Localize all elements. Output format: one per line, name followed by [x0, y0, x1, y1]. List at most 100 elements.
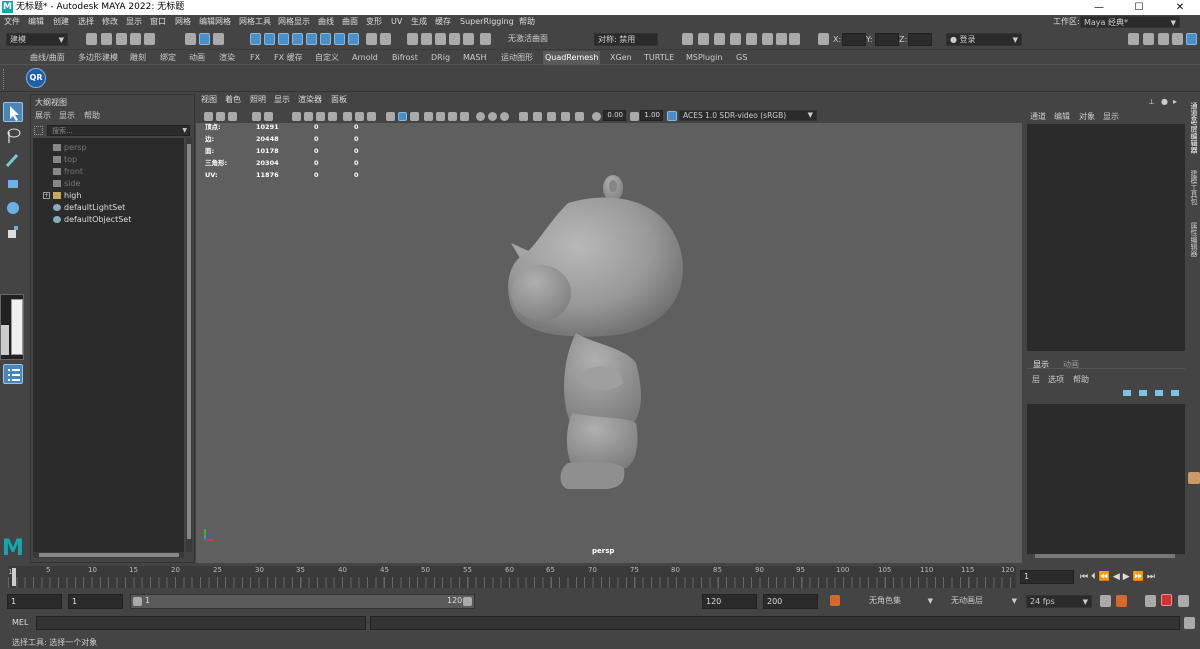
render-view-icon[interactable]: [682, 33, 693, 45]
film-gate-icon[interactable]: [304, 112, 313, 121]
menu-display[interactable]: 显示: [126, 15, 142, 29]
axis-icon[interactable]: ⟂: [1149, 97, 1154, 107]
menu-select[interactable]: 选择: [78, 15, 94, 29]
lasso-tool-icon[interactable]: [3, 126, 23, 146]
xray-joints-icon[interactable]: [547, 112, 556, 121]
layer-hscroll[interactable]: [1035, 554, 1175, 558]
vp-menu-lighting[interactable]: 照明: [250, 94, 266, 106]
login-dropdown[interactable]: ● 登录 ▼: [946, 33, 1022, 46]
new-layer-icon[interactable]: [1123, 390, 1131, 396]
shelf-tab-custom[interactable]: 自定义: [313, 51, 341, 65]
shelf-tab-motion-graphics[interactable]: 运动图形: [499, 51, 535, 65]
range-slider[interactable]: 1 120: [130, 594, 475, 609]
loop-icon[interactable]: [1100, 595, 1111, 607]
snap-point-icon[interactable]: [278, 33, 289, 45]
grid-icon[interactable]: [292, 112, 301, 121]
step-back-frame-icon[interactable]: ⏪: [1099, 572, 1113, 582]
ipr-render-icon[interactable]: [714, 33, 725, 45]
go-to-start-icon[interactable]: ⏮: [1080, 572, 1091, 582]
layer-tab-display[interactable]: 显示: [1033, 359, 1049, 370]
shelf-tab-drig[interactable]: DRig: [429, 51, 452, 65]
end-time-field[interactable]: 200: [763, 594, 818, 609]
safe-title-icon[interactable]: [367, 112, 376, 121]
settings-icon[interactable]: [1178, 595, 1189, 607]
shelf-tab-fx[interactable]: FX: [248, 51, 262, 65]
snap-face-icon[interactable]: [334, 33, 345, 45]
menu-superrigging[interactable]: SuperRigging: [460, 15, 514, 29]
shelf-tab-rendering[interactable]: 渲染: [217, 51, 237, 65]
vp-menu-panels[interactable]: 面板: [331, 94, 347, 106]
view-transform-icon[interactable]: [667, 111, 677, 121]
select-tool-icon[interactable]: [3, 102, 23, 122]
pin-icon[interactable]: ●: [1161, 97, 1168, 106]
save-scene-icon[interactable]: [116, 33, 127, 45]
snap-live-icon[interactable]: [306, 33, 317, 45]
snap-grid-icon[interactable]: [250, 33, 261, 45]
shelf-tab-turtle[interactable]: TURTLE: [642, 51, 676, 65]
cb-menu-object[interactable]: 对象: [1079, 111, 1095, 122]
anti-alias-icon[interactable]: [500, 112, 509, 121]
smooth-shade-icon[interactable]: [398, 112, 407, 121]
new-scene-icon[interactable]: [86, 33, 97, 45]
gate-mask-icon[interactable]: [328, 112, 337, 121]
layout-thumbnail-icon[interactable]: [0, 294, 24, 360]
vp-menu-view[interactable]: 视图: [201, 94, 217, 106]
script-editor-icon[interactable]: [1184, 617, 1195, 629]
xray-icon[interactable]: [533, 112, 542, 121]
channel-box-icon[interactable]: [1172, 33, 1183, 45]
menu-mesh-tools[interactable]: 网格工具: [239, 15, 271, 29]
shadows-icon[interactable]: [448, 112, 457, 121]
menu-mesh-display[interactable]: 网格显示: [278, 15, 310, 29]
magnet-point-icon[interactable]: [463, 33, 474, 45]
menu-edit-mesh[interactable]: 编辑网格: [199, 15, 231, 29]
select-component-icon[interactable]: [213, 33, 224, 45]
side-tab-attribute-editor[interactable]: 属性编辑器: [1189, 222, 1199, 257]
xray-components-icon[interactable]: [561, 112, 570, 121]
hypershade-icon[interactable]: [746, 33, 757, 45]
menu-file[interactable]: 文件: [4, 15, 20, 29]
gamma-icon[interactable]: [630, 112, 639, 121]
rotate-tool-icon[interactable]: [3, 198, 23, 218]
chevron-down-icon[interactable]: ▼: [182, 126, 187, 136]
symmetry-dropdown[interactable]: 对称: 禁用: [594, 33, 658, 46]
snap-view-plane-icon[interactable]: [292, 33, 303, 45]
move-up-icon[interactable]: [1155, 390, 1163, 396]
shelf-tab-gs[interactable]: GS: [734, 51, 749, 65]
cb-menu-show[interactable]: 显示: [1103, 111, 1119, 122]
shelf-tab-sculpting[interactable]: 雕刻: [128, 51, 148, 65]
image-plane-icon[interactable]: [264, 112, 273, 121]
move-down-icon[interactable]: [1171, 390, 1179, 396]
shelf-tab-animation[interactable]: 动画: [187, 51, 207, 65]
history-icon[interactable]: [380, 33, 391, 45]
color-management-icon[interactable]: [575, 112, 584, 121]
minimize-button[interactable]: —: [1079, 0, 1119, 15]
tool-settings-icon[interactable]: [1158, 33, 1169, 45]
go-to-end-icon[interactable]: ⏭: [1147, 572, 1158, 582]
exposure-icon[interactable]: [592, 112, 601, 121]
ambient-occlusion-icon[interactable]: [476, 112, 485, 121]
move-tool-icon[interactable]: [3, 174, 23, 194]
shelf-tab-fx-cache[interactable]: FX 缓存: [272, 51, 305, 65]
menu-create[interactable]: 创建: [53, 15, 69, 29]
modeling-toolkit-icon[interactable]: [1128, 33, 1139, 45]
fps-dropdown[interactable]: 24 fps ▼: [1026, 595, 1092, 608]
arnold-render-icon[interactable]: [762, 33, 773, 45]
magnet-surface-icon[interactable]: [435, 33, 446, 45]
paint-select-tool-icon[interactable]: [3, 150, 23, 170]
transform-mode-icon[interactable]: [818, 33, 829, 45]
snap-vertex-icon[interactable]: [320, 33, 331, 45]
lights-icon[interactable]: [436, 112, 445, 121]
render-settings-icon[interactable]: [730, 33, 741, 45]
close-button[interactable]: ✕: [1160, 0, 1200, 15]
outliner-menu-display[interactable]: 显示: [59, 110, 75, 121]
select-camera-icon[interactable]: [204, 112, 213, 121]
step-forward-icon[interactable]: ⏩: [1133, 572, 1147, 582]
menu-cache[interactable]: 缓存: [435, 15, 451, 29]
menu-edit[interactable]: 编辑: [28, 15, 44, 29]
cb-menu-edit[interactable]: 编辑: [1054, 111, 1070, 122]
playback-start-field[interactable]: 1: [68, 594, 123, 609]
shelf-handle[interactable]: [3, 69, 8, 89]
resolution-gate-icon[interactable]: [316, 112, 325, 121]
channel-layer-icon[interactable]: [1186, 33, 1197, 45]
cmd-language-label[interactable]: MEL: [12, 618, 28, 627]
